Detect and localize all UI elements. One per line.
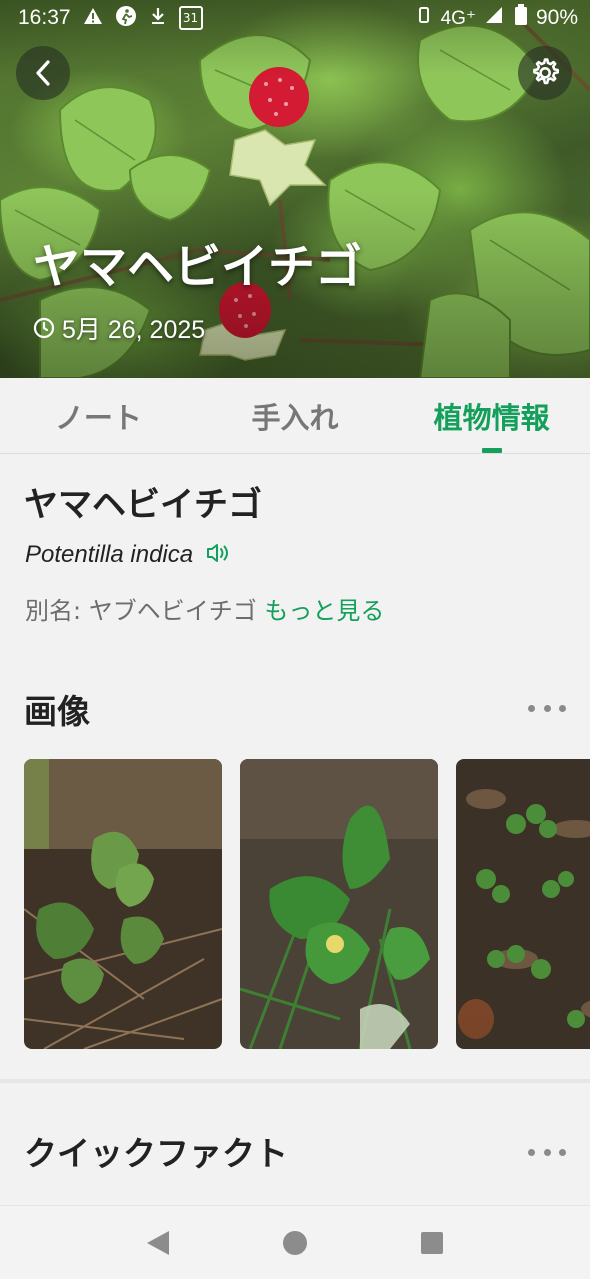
download-icon	[149, 6, 167, 31]
alias-text: 別名: ヤブヘビイチゴ	[25, 597, 265, 625]
tab-bar: ノート 手入れ 植物情報	[0, 378, 590, 454]
nav-home-button[interactable]	[270, 1218, 320, 1268]
dot-icon	[528, 1148, 535, 1156]
calendar-icon: 31	[178, 6, 203, 30]
status-bar: 16:37 31 4G⁺ 90%	[0, 0, 590, 36]
plant-name: ヤマヘビイチゴ	[24, 485, 262, 525]
gear-icon	[533, 58, 560, 85]
tab-care-label: 手入れ	[251, 400, 339, 435]
clock-icon	[33, 317, 55, 339]
scientific-name-row: Potentilla indica	[25, 541, 231, 569]
images-more-menu[interactable]	[528, 700, 566, 716]
tab-care[interactable]: 手入れ	[197, 378, 394, 453]
image-gallery[interactable]	[24, 759, 590, 1049]
calendar-day: 31	[182, 11, 199, 25]
hero-title: ヤマヘビイチゴ	[33, 240, 362, 295]
quick-facts-more-menu[interactable]	[528, 1144, 566, 1160]
quick-facts-section-title: クイックファクト	[24, 1134, 288, 1173]
nav-back-button[interactable]	[133, 1218, 183, 1268]
tab-plant-info-label: 植物情報	[433, 400, 550, 435]
system-nav-bar	[0, 1205, 590, 1279]
gallery-thumbnail-3[interactable]	[456, 759, 590, 1049]
active-tab-indicator	[481, 448, 502, 453]
see-more-link[interactable]: もっと見る	[264, 597, 384, 625]
signal-icon	[484, 5, 506, 31]
battery-icon	[514, 4, 528, 32]
running-icon	[115, 5, 137, 32]
battery-percent: 90%	[535, 6, 578, 29]
vibrate-icon	[415, 6, 433, 30]
hero-image: 16:37 31 4G⁺ 90% ヤマヘビイチゴ 5月 26, 2025	[0, 0, 590, 378]
date-text: 5月 26, 2025	[62, 316, 206, 344]
status-left-icons: 31	[83, 5, 203, 32]
gallery-thumbnail-1[interactable]	[24, 759, 222, 1049]
tab-plant-info[interactable]: 植物情報	[393, 378, 590, 453]
gallery-thumbnail-2[interactable]	[240, 759, 438, 1049]
warning-icon	[83, 6, 103, 30]
dot-icon	[543, 1148, 551, 1156]
back-triangle-icon	[147, 1230, 170, 1255]
tab-notes[interactable]: ノート	[0, 378, 197, 453]
network-type: 4G⁺	[440, 7, 476, 29]
back-button[interactable]	[16, 46, 70, 100]
status-right-icons: 4G⁺ 90%	[415, 4, 578, 32]
scientific-name: Potentilla indica	[25, 541, 194, 568]
alias-row: 別名: ヤブヘビイチゴ もっと見る	[25, 591, 384, 626]
chevron-left-icon	[36, 60, 50, 86]
status-time: 16:37	[18, 6, 71, 29]
plant-info-panel: ヤマヘビイチゴ Potentilla indica 別名: ヤブヘビイチゴ もっ…	[0, 455, 590, 1205]
dot-icon	[543, 704, 551, 712]
hero-date: 5月 26, 2025	[32, 310, 205, 346]
section-divider	[0, 1079, 590, 1083]
recents-square-icon	[420, 1231, 443, 1254]
nav-recents-button[interactable]	[407, 1218, 457, 1268]
dot-icon	[559, 1148, 566, 1156]
dot-icon	[559, 704, 566, 712]
speaker-icon[interactable]	[205, 542, 231, 568]
dot-icon	[528, 704, 535, 712]
settings-button[interactable]	[518, 46, 572, 100]
images-section-title: 画像	[24, 692, 90, 731]
tab-notes-label: ノート	[54, 400, 142, 435]
home-circle-icon	[282, 1230, 307, 1255]
